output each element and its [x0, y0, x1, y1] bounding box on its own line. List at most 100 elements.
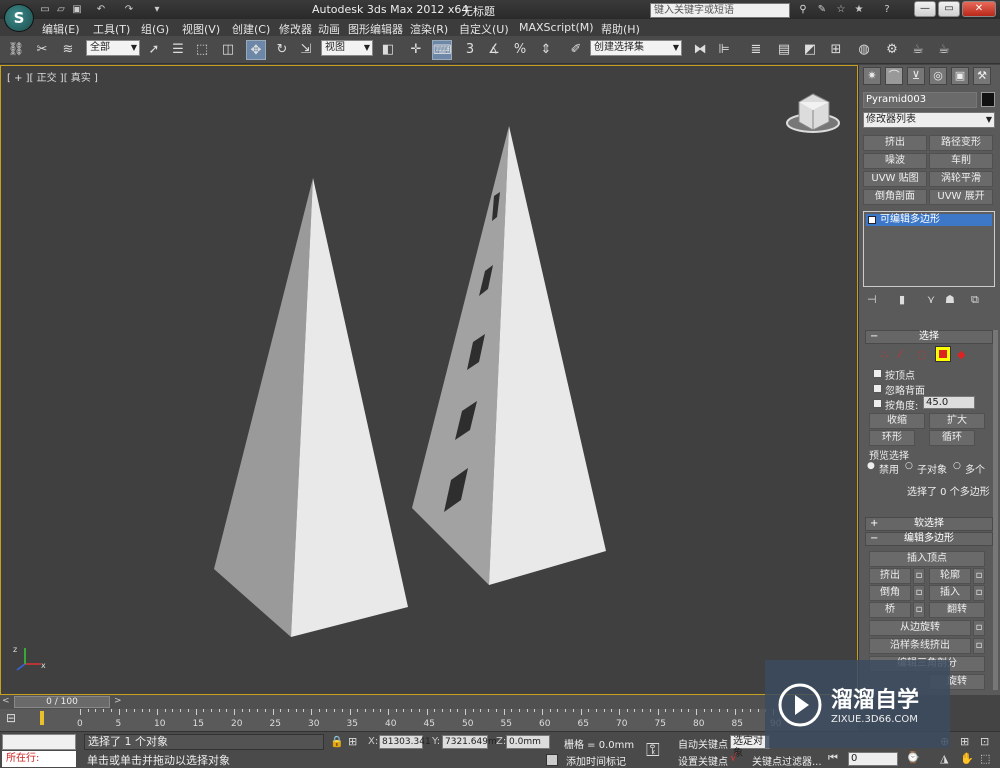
snaps-toggle-icon[interactable]: 3 — [460, 40, 480, 60]
minimize-button[interactable]: — — [914, 1, 936, 17]
select-by-name-icon[interactable]: ☰ — [168, 40, 188, 60]
new-file-icon[interactable]: ▭ — [38, 3, 52, 16]
star-icon[interactable]: ★ — [852, 3, 866, 16]
bridge-button[interactable]: 桥 — [869, 602, 911, 618]
pan-icon[interactable]: ✋ — [960, 752, 974, 765]
viewcube-icon[interactable] — [786, 93, 840, 133]
schematic-view-icon[interactable]: ⊞ — [826, 40, 846, 60]
uvw-unwrap-modifier-button[interactable]: UVW 展开 — [929, 189, 993, 205]
script-line-field[interactable]: 所在行: — [2, 751, 76, 767]
hierarchy-tab-icon[interactable]: ⊻ — [907, 67, 925, 85]
absolute-mode-icon[interactable]: ⊞ — [348, 735, 357, 748]
time-prev-icon[interactable]: < — [2, 696, 10, 706]
maxscript-listener[interactable] — [2, 734, 76, 750]
menu-rendering[interactable]: 渲染(R) — [410, 21, 448, 37]
percent-snap-icon[interactable]: % — [510, 40, 530, 60]
outline-button[interactable]: 轮廓 — [929, 568, 971, 584]
preview-disabled-radio[interactable]: ● — [867, 461, 875, 471]
pyramid-left[interactable] — [214, 178, 408, 637]
utilities-tab-icon[interactable]: ⚒ — [973, 67, 991, 85]
create-tab-icon[interactable]: ✷ — [863, 67, 881, 85]
lock-selection-icon[interactable]: 🔒 — [330, 735, 344, 748]
z-coordinate-field[interactable]: 0.0mm — [506, 735, 550, 749]
align-icon[interactable]: ⊫ — [714, 40, 734, 60]
select-move-icon[interactable]: ✥ — [246, 40, 266, 60]
soft-selection-rollout-header[interactable]: + 软选择 — [865, 517, 993, 531]
loop-button[interactable]: 循环 — [929, 430, 975, 446]
rendered-frame-window-icon[interactable]: ☕ — [908, 40, 928, 60]
shrink-button[interactable]: 收缩 — [869, 413, 925, 429]
window-crossing-icon[interactable]: ◫ — [218, 40, 238, 60]
menu-views[interactable]: 视图(V) — [182, 21, 220, 37]
uvw-map-modifier-button[interactable]: UVW 贴图 — [863, 171, 927, 187]
selection-filter-dropdown[interactable]: 全部 — [86, 40, 140, 56]
hinge-settings-button[interactable]: ▫ — [973, 620, 985, 636]
menu-help[interactable]: 帮助(H) — [601, 21, 640, 37]
rectangle-selection-icon[interactable]: ⬚ — [192, 40, 212, 60]
inset-settings-button[interactable]: ▫ — [973, 585, 985, 601]
grow-button[interactable]: 扩大 — [929, 413, 985, 429]
time-slider-thumb[interactable]: 0 / 100 — [14, 696, 110, 708]
turbosmooth-modifier-button[interactable]: 涡轮平滑 — [929, 171, 993, 187]
angle-spinner[interactable]: 45.0 — [923, 396, 975, 409]
edit-named-selection-icon[interactable]: ✐ — [566, 40, 586, 60]
help-icon[interactable]: ? — [880, 3, 894, 16]
time-tag-icon[interactable] — [546, 754, 558, 766]
maximize-button[interactable]: ▭ — [938, 1, 960, 17]
make-unique-icon[interactable]: ⋎ — [927, 293, 935, 306]
pin-stack-icon[interactable]: ⊣ — [867, 293, 877, 306]
extrude-settings-button[interactable]: ▫ — [913, 568, 925, 584]
menu-modifiers[interactable]: 修改器 — [279, 21, 312, 37]
close-button[interactable]: ✕ — [962, 1, 996, 17]
spinner-snap-icon[interactable]: ⇕ — [536, 40, 556, 60]
modifier-list-dropdown[interactable]: 修改器列表 ▼ — [863, 112, 995, 128]
set-key-icon[interactable]: ⚿ — [646, 740, 660, 761]
by-vertex-checkbox[interactable] — [873, 369, 882, 378]
preview-subobject-radio[interactable]: ○ — [905, 461, 913, 471]
graphite-ribbon-icon[interactable]: ▤ — [774, 40, 794, 60]
select-manipulate-icon[interactable]: ✛ — [406, 40, 426, 60]
x-coordinate-field[interactable]: 81303.341 — [379, 735, 431, 749]
path-deform-modifier-button[interactable]: 路径变形 — [929, 135, 993, 151]
zoom-all-icon[interactable]: ⊞ — [960, 735, 969, 748]
element-mode-icon[interactable]: ◆ — [957, 348, 965, 361]
link-icon[interactable]: ⛓ — [6, 40, 26, 60]
material-editor-icon[interactable]: ◍ — [854, 40, 874, 60]
command-panel-scrollbar[interactable] — [993, 330, 998, 690]
bridge-settings-button[interactable]: ▫ — [913, 602, 925, 618]
zoom-extents-icon[interactable]: ⊡ — [980, 735, 989, 748]
unlink-icon[interactable]: ✂ — [32, 40, 52, 60]
outline-settings-button[interactable]: ▫ — [973, 568, 985, 584]
selection-rollout-header[interactable]: − 选择 — [865, 330, 993, 344]
vertex-mode-icon[interactable]: ∴ — [881, 348, 888, 361]
current-frame-field[interactable]: 0 — [848, 752, 898, 766]
expand-icon[interactable] — [868, 216, 876, 224]
render-setup-icon[interactable]: ⚙ — [882, 40, 902, 60]
preview-multi-radio[interactable]: ○ — [953, 461, 961, 471]
go-to-start-icon[interactable]: ⏮ — [828, 751, 838, 765]
track-bar[interactable]: ⊟ 051015202530354045505560657075808590 — [0, 709, 858, 731]
menu-tools[interactable]: 工具(T) — [93, 21, 130, 37]
curve-editor-icon[interactable]: ◩ — [800, 40, 820, 60]
undo-icon[interactable]: ↶ — [94, 3, 108, 16]
configure-modifier-sets-icon[interactable]: ⧉ — [971, 293, 979, 307]
menu-create[interactable]: 创建(C) — [232, 21, 270, 37]
bevel-profile-modifier-button[interactable]: 倒角剖面 — [863, 189, 927, 205]
auto-key-button[interactable]: 自动关键点 — [678, 736, 728, 751]
key-filters-button[interactable]: 关键点过滤器... — [752, 753, 822, 768]
binoculars-icon[interactable]: ⚲ — [796, 3, 810, 16]
object-color-swatch[interactable] — [981, 92, 995, 107]
add-time-tag-button[interactable]: 添加时间标记 — [566, 753, 626, 768]
by-angle-checkbox[interactable] — [873, 399, 882, 408]
perspective-viewport[interactable]: [ + ][ 正交 ][ 真实 ] x z — [0, 65, 858, 695]
menu-customize[interactable]: 自定义(U) — [459, 21, 509, 37]
quick-access-dropdown-icon[interactable]: ▾ — [150, 3, 164, 16]
show-end-result-icon[interactable]: ▮ — [899, 293, 905, 306]
edge-mode-icon[interactable]: ⁄ — [899, 348, 901, 361]
pyramid-right[interactable] — [412, 126, 606, 585]
menu-animation[interactable]: 动画 — [318, 21, 340, 37]
extrude-along-spline-button[interactable]: 沿样条线挤出 — [869, 638, 971, 654]
key-selection-dropdown[interactable]: 选定对象 — [730, 735, 770, 759]
hinge-from-edge-button[interactable]: 从边旋转 — [869, 620, 971, 636]
open-file-icon[interactable]: ▱ — [54, 3, 68, 16]
